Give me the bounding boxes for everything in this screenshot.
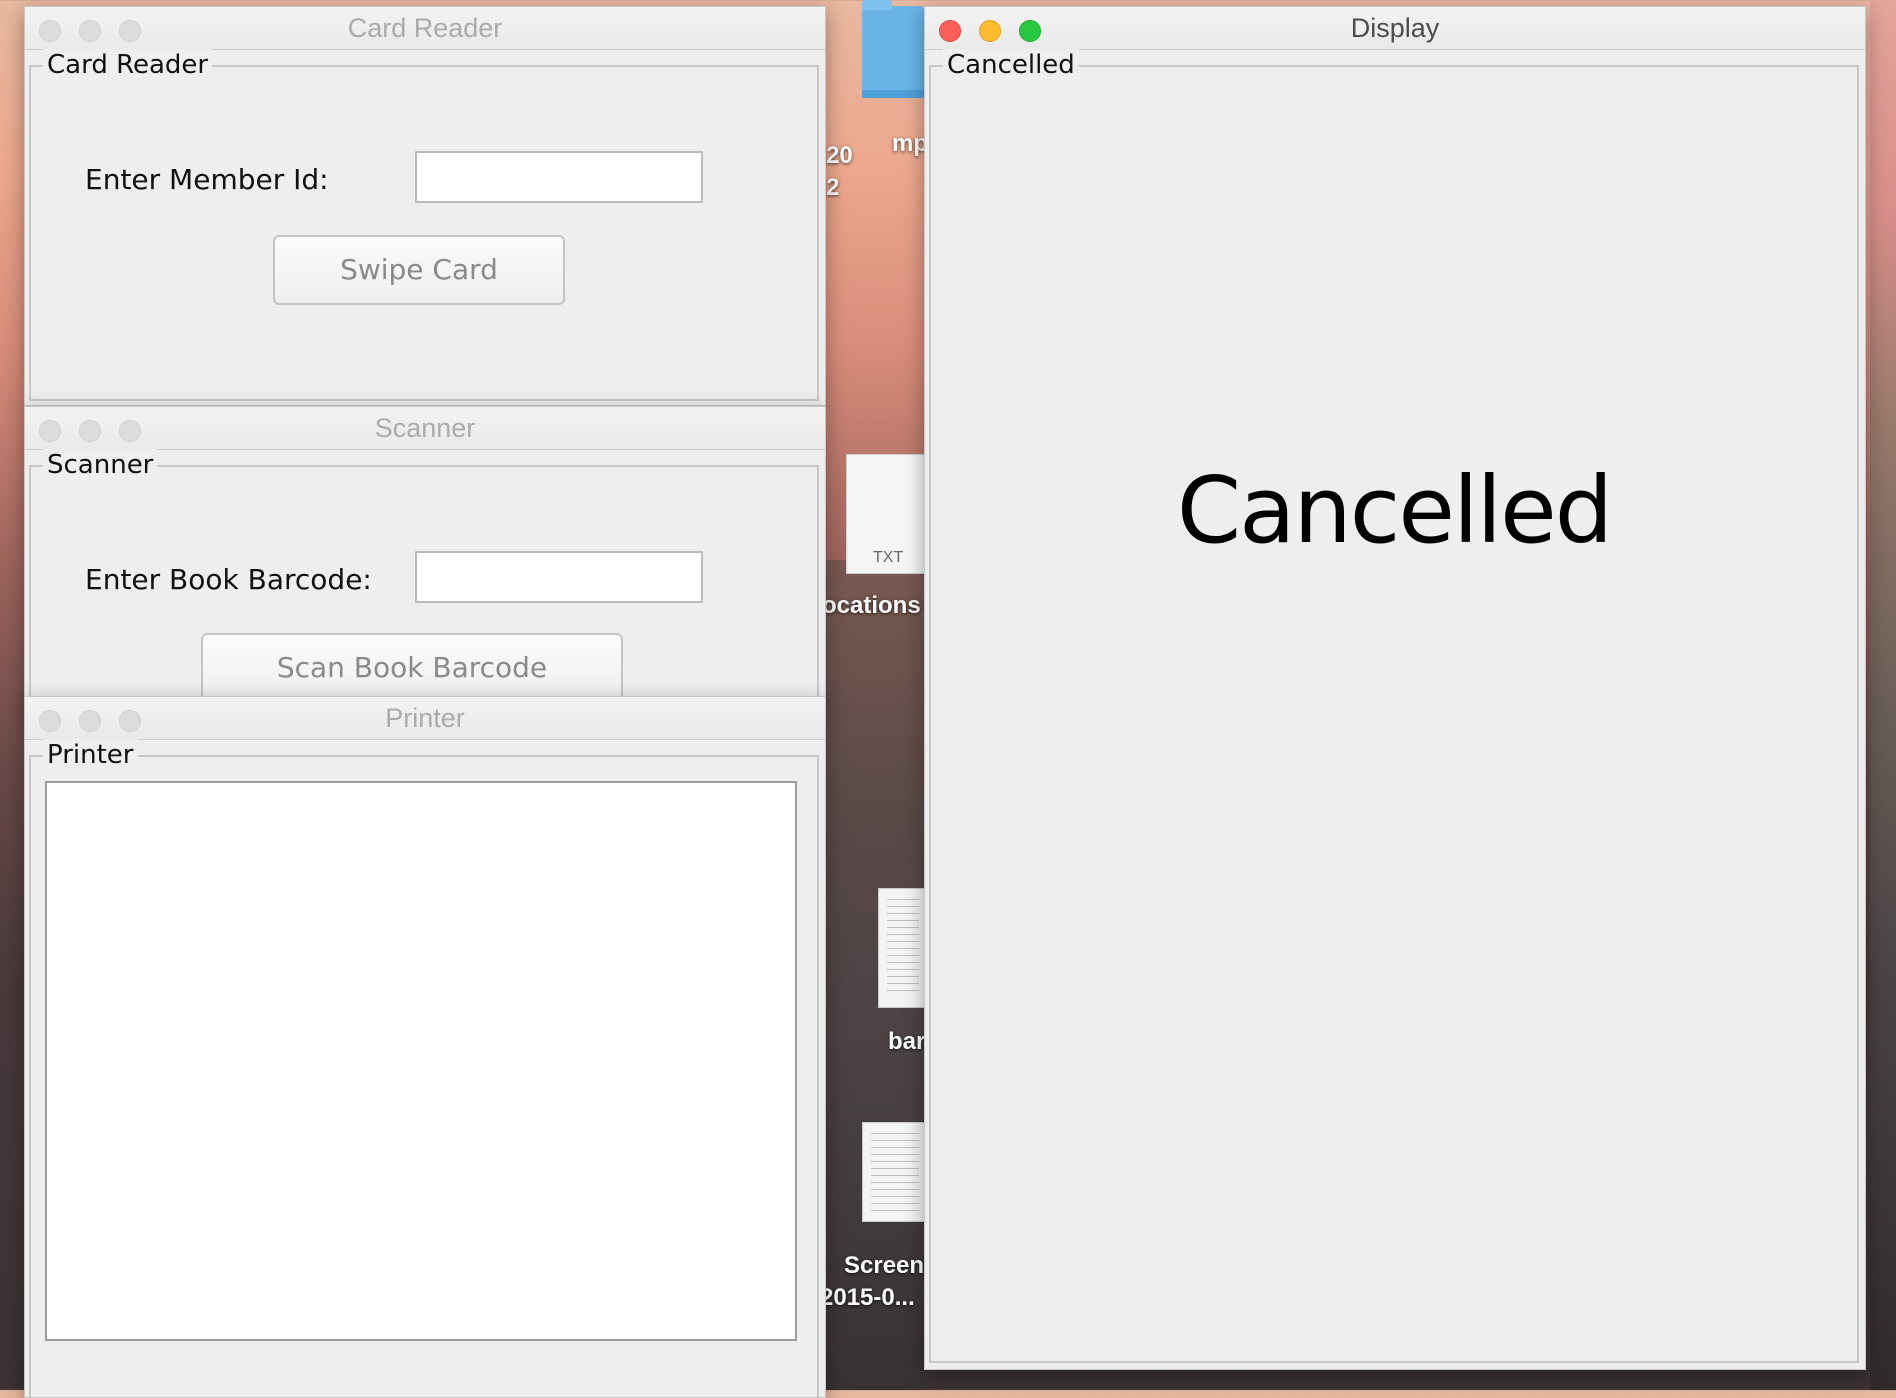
desktop-background-edge <box>1870 0 1896 1390</box>
display-group: Cancelled Cancelled <box>929 49 1859 1363</box>
book-barcode-label: Enter Book Barcode: <box>85 563 372 596</box>
printer-window: Printer Printer <box>24 696 826 1398</box>
desktop-label: 20 <box>826 142 853 169</box>
folder-icon[interactable] <box>862 0 924 98</box>
file-type-label: TXT <box>873 549 904 566</box>
book-barcode-input[interactable] <box>415 551 703 603</box>
group-title: Scanner <box>43 449 158 481</box>
desktop-label: bar <box>888 1028 926 1055</box>
window-title: Scanner <box>374 413 476 443</box>
display-titlebar[interactable]: Display <box>925 7 1865 50</box>
document-icon[interactable] <box>878 888 926 1008</box>
card-reader-titlebar[interactable]: Card Reader <box>25 7 825 50</box>
window-title: Display <box>1350 13 1440 43</box>
printer-output-area[interactable] <box>45 781 797 1341</box>
window-title: Printer <box>385 703 465 733</box>
screenshot-file-icon[interactable] <box>862 1122 926 1222</box>
card-reader-group: Card Reader Enter Member Id: Swipe Card <box>29 49 819 401</box>
desktop-label: 2015-0... <box>820 1284 915 1311</box>
group-title: Card Reader <box>43 49 213 81</box>
scanner-window: Scanner Scanner Enter Book Barcode: Scan… <box>24 406 826 708</box>
card-reader-window: Card Reader Card Reader Enter Member Id:… <box>24 6 826 406</box>
printer-group: Printer <box>29 739 819 1397</box>
member-id-input[interactable] <box>415 151 703 203</box>
scanner-titlebar[interactable]: Scanner <box>25 407 825 450</box>
group-title: Cancelled <box>943 49 1079 81</box>
text-file-icon[interactable]: TXT <box>846 454 926 574</box>
scanner-group: Scanner Enter Book Barcode: Scan Book Ba… <box>29 449 819 707</box>
desktop-label: 2 <box>826 174 840 201</box>
desktop-label: mp <box>892 130 928 157</box>
scan-book-barcode-button[interactable]: Scan Book Barcode <box>201 633 623 703</box>
display-message: Cancelled <box>1176 457 1613 564</box>
display-window: Display Cancelled Cancelled <box>924 6 1866 1370</box>
desktop-label: Screen <box>844 1252 925 1279</box>
swipe-card-button[interactable]: Swipe Card <box>273 235 565 305</box>
member-id-label: Enter Member Id: <box>85 163 329 196</box>
window-title: Card Reader <box>347 13 503 43</box>
desktop-label: ocations <box>822 592 921 619</box>
printer-titlebar[interactable]: Printer <box>25 697 825 740</box>
group-title: Printer <box>43 739 138 771</box>
